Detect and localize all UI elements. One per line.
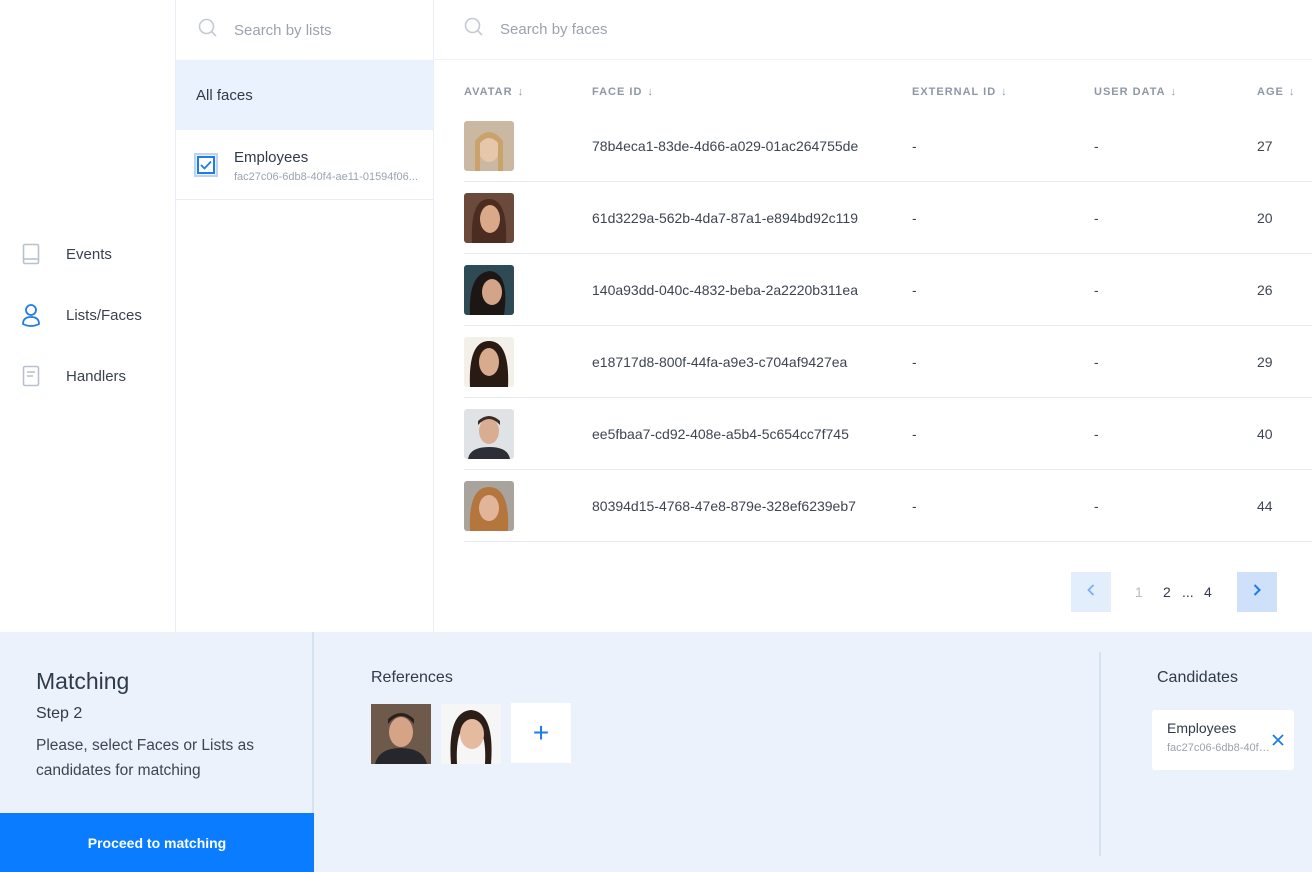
age-cell: 20 [1257, 210, 1273, 226]
table-row[interactable]: 78b4eca1-83de-4d66-a029-01ac264755de - -… [464, 110, 1312, 182]
sidebar-item-lists-faces[interactable]: Lists/Faces [20, 303, 142, 327]
faces-panel: AVATAR↓ FACE ID↓ EXTERNAL ID↓ USER DATA↓… [434, 0, 1312, 632]
external-id-cell: - [912, 210, 917, 226]
avatar [464, 337, 514, 387]
page-ellipsis: ... [1182, 584, 1194, 600]
user-data-cell: - [1094, 354, 1099, 370]
reference-avatar[interactable] [441, 704, 501, 764]
user-data-cell: - [1094, 282, 1099, 298]
face-id-cell: 61d3229a-562b-4da7-87a1-e894bd92c119 [592, 210, 858, 226]
sidebar-item-label: Handlers [66, 367, 127, 385]
proceed-to-matching-button[interactable]: Proceed to matching [0, 813, 314, 872]
lists-panel: All faces Employees fac27c06-6db8-40f4-a… [176, 0, 434, 632]
plus-icon: + [532, 717, 550, 748]
column-header-external-id[interactable]: EXTERNAL ID ↓ [912, 86, 1008, 98]
faces-search-input[interactable] [500, 21, 900, 38]
document-icon [20, 364, 42, 388]
add-reference-button[interactable]: + [511, 703, 571, 763]
candidate-id: fac27c06-6db8-40f4-ae11-01594f06... [1167, 742, 1271, 754]
column-header-age[interactable]: AGE ↓ [1257, 86, 1295, 98]
matching-panel: Matching Step 2 Please, select Faces or … [0, 632, 1312, 872]
candidate-card: Employees fac27c06-6db8-40f4-ae11-01594f… [1152, 710, 1294, 770]
search-icon [464, 17, 484, 42]
user-data-cell: - [1094, 210, 1099, 226]
sidebar-item-label: Lists/Faces [66, 306, 142, 324]
page-1[interactable]: 1 [1135, 584, 1143, 600]
reference-avatar[interactable] [371, 704, 431, 764]
face-id-cell: 80394d15-4768-47e8-879e-328ef6239eb7 [592, 498, 856, 514]
candidates-title: Candidates [1157, 669, 1238, 686]
sort-arrow-icon: ↓ [1288, 86, 1296, 98]
external-id-cell: - [912, 426, 917, 442]
sort-arrow-icon: ↓ [1001, 86, 1008, 98]
book-icon [20, 242, 42, 266]
list-checkbox[interactable] [194, 152, 218, 177]
table-row[interactable]: e18717d8-800f-44fa-a9e3-c704af9427ea - -… [464, 326, 1312, 398]
avatar [464, 265, 514, 315]
external-id-cell: - [912, 282, 917, 298]
panel-divider [1099, 652, 1101, 856]
close-icon[interactable] [1270, 732, 1286, 748]
page-2[interactable]: 2 [1163, 584, 1171, 600]
age-cell: 26 [1257, 282, 1273, 298]
face-id-cell: ee5fbaa7-cd92-408e-a5b4-5c654cc7f745 [592, 426, 849, 442]
search-icon [198, 18, 218, 43]
faces-search [434, 0, 1312, 60]
table-row[interactable]: 140a93dd-040c-4832-beba-2a2220b311ea - -… [464, 254, 1312, 326]
external-id-cell: - [912, 138, 917, 154]
column-header-avatar[interactable]: AVATAR ↓ [464, 86, 524, 98]
page-4[interactable]: 4 [1204, 584, 1212, 600]
avatar [464, 409, 514, 459]
next-page-button[interactable] [1237, 572, 1277, 612]
list-id: fac27c06-6db8-40f4-ae11-01594f06... [234, 170, 418, 183]
user-data-cell: - [1094, 138, 1099, 154]
all-faces-item[interactable]: All faces [176, 60, 433, 130]
checkmark-icon [197, 155, 215, 174]
sort-arrow-icon: ↓ [1170, 86, 1178, 98]
sidebar-item-handlers[interactable]: Handlers [20, 364, 126, 388]
sidebar-nav: Events Lists/Faces Handlers [0, 0, 176, 632]
step-label: Step 2 [36, 705, 83, 722]
external-id-cell: - [912, 354, 917, 370]
matching-step: Matching Step 2 Please, select Faces or … [0, 632, 314, 872]
step-description: Please, select Faces or Lists as candida… [36, 737, 254, 779]
face-id-cell: e18717d8-800f-44fa-a9e3-c704af9427ea [592, 354, 848, 370]
user-data-cell: - [1094, 498, 1099, 514]
column-header-user-data[interactable]: USER DATA ↓ [1094, 86, 1177, 98]
list-item-employees[interactable]: Employees fac27c06-6db8-40f4-ae11-01594f… [176, 130, 433, 200]
user-data-cell: - [1094, 426, 1099, 442]
lists-search [176, 0, 414, 60]
sort-arrow-icon: ↓ [517, 86, 525, 98]
list-name: Employees [234, 148, 309, 166]
user-icon [20, 303, 42, 327]
face-id-cell: 78b4eca1-83de-4d66-a029-01ac264755de [592, 138, 859, 154]
chevron-right-icon [1253, 583, 1261, 601]
age-cell: 29 [1257, 354, 1273, 370]
avatar [464, 481, 514, 531]
avatar [464, 193, 514, 243]
column-header-face-id[interactable]: FACE ID ↓ [592, 86, 654, 98]
app-window: Events Lists/Faces Handlers All faces [0, 0, 1312, 872]
age-cell: 40 [1257, 426, 1273, 442]
lists-search-input[interactable] [234, 21, 414, 39]
age-cell: 27 [1257, 138, 1273, 154]
external-id-cell: - [912, 498, 917, 514]
sidebar-item-label: Events [66, 245, 112, 263]
table-row[interactable]: 61d3229a-562b-4da7-87a1-e894bd92c119 - -… [464, 182, 1312, 254]
age-cell: 44 [1257, 498, 1273, 514]
candidate-name: Employees [1167, 720, 1237, 736]
references-title: References [371, 669, 453, 686]
table-row[interactable]: ee5fbaa7-cd92-408e-a5b4-5c654cc7f745 - -… [464, 398, 1312, 470]
sidebar-item-events[interactable]: Events [20, 242, 112, 266]
prev-page-button[interactable] [1071, 572, 1111, 612]
sort-arrow-icon: ↓ [647, 86, 654, 98]
avatar [464, 121, 514, 171]
face-id-cell: 140a93dd-040c-4832-beba-2a2220b311ea [592, 282, 858, 298]
table-row[interactable]: 80394d15-4768-47e8-879e-328ef6239eb7 - -… [464, 470, 1312, 542]
chevron-left-icon [1087, 583, 1095, 601]
matching-title: Matching [36, 668, 130, 694]
